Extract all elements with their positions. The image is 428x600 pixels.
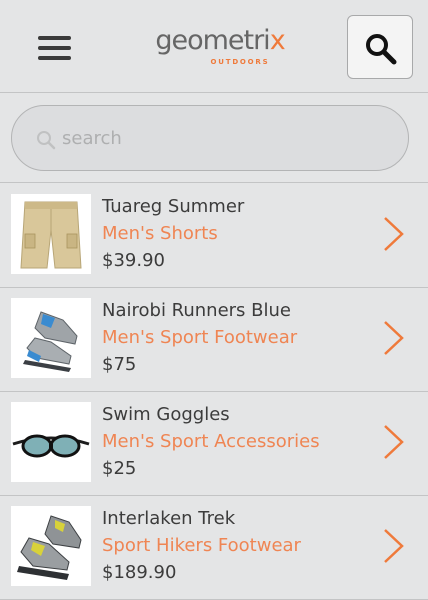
product-category: Sport Hikers Footwear xyxy=(102,535,301,556)
search-box[interactable] xyxy=(11,105,409,171)
product-name: Interlaken Trek xyxy=(102,508,236,529)
search-field-icon xyxy=(37,131,56,150)
list-item[interactable]: Nairobi Runners Blue Men's Sport Footwea… xyxy=(0,288,428,392)
search-bar-area xyxy=(0,94,428,183)
hamburger-menu-icon[interactable] xyxy=(38,36,74,64)
hiking-shoes-thumbnail xyxy=(11,506,91,586)
product-category: Men's Sport Footwear xyxy=(102,327,298,348)
chevron-right-icon[interactable] xyxy=(382,216,406,252)
list-item[interactable]: Tuareg Summer Men's Shorts $39.90 xyxy=(0,184,428,288)
product-price: $75 xyxy=(102,354,137,375)
shorts-thumbnail xyxy=(11,194,91,274)
chevron-right-icon[interactable] xyxy=(382,320,406,356)
app-header: geometrix OUTDOORS xyxy=(0,0,428,93)
swim-goggles-thumbnail xyxy=(11,402,91,482)
product-price: $39.90 xyxy=(102,250,165,271)
product-category: Men's Sport Accessories xyxy=(102,431,320,452)
list-item[interactable]: Swim Goggles Men's Sport Accessories $25 xyxy=(0,392,428,496)
product-list: Tuareg Summer Men's Shorts $39.90 Nairob… xyxy=(0,184,428,600)
brand-logo[interactable]: geometrix OUTDOORS xyxy=(150,24,290,72)
running-shoes-thumbnail xyxy=(11,298,91,378)
chevron-right-icon[interactable] xyxy=(382,528,406,564)
product-name: Swim Goggles xyxy=(102,404,230,425)
search-input[interactable] xyxy=(62,122,382,154)
chevron-right-icon[interactable] xyxy=(382,424,406,460)
product-category: Men's Shorts xyxy=(102,223,218,244)
product-name: Nairobi Runners Blue xyxy=(102,300,291,321)
search-icon xyxy=(366,34,397,65)
product-name: Tuareg Summer xyxy=(102,196,245,217)
product-price: $189.90 xyxy=(102,562,177,583)
logo-tagline: OUTDOORS xyxy=(210,58,270,66)
list-item[interactable]: Interlaken Trek Sport Hikers Footwear $1… xyxy=(0,496,428,600)
product-price: $25 xyxy=(102,458,137,479)
search-button[interactable] xyxy=(347,15,413,79)
logo-wordmark: geometrix xyxy=(155,25,285,56)
